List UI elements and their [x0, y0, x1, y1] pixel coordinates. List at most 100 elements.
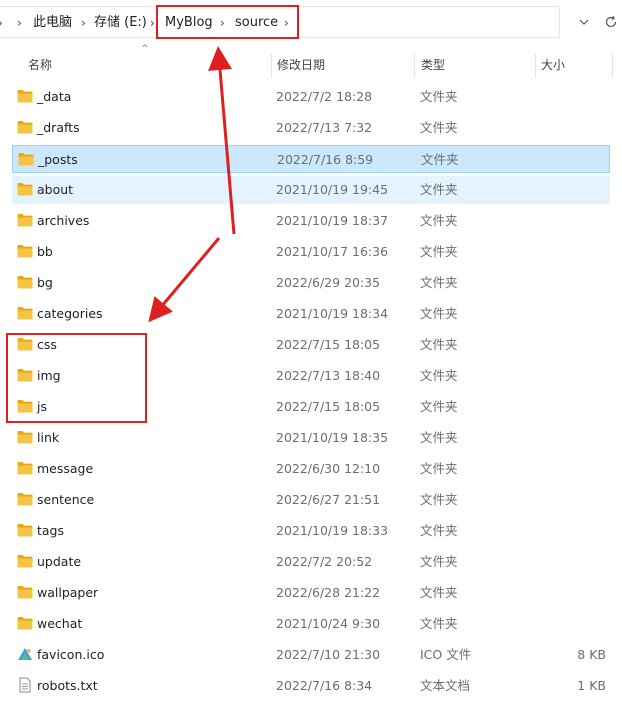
file-type: 文件夹	[420, 244, 458, 259]
chevron-right-icon[interactable]: ›	[284, 7, 289, 39]
table-row[interactable]: favicon.ico 2022/7/10 21:30 ICO 文件 8 KB	[12, 641, 610, 669]
file-type: 文件夹	[421, 152, 459, 167]
refresh-icon[interactable]	[604, 6, 618, 38]
file-name: tags	[37, 523, 65, 538]
column-header-date[interactable]: 修改日期	[277, 50, 325, 80]
table-row[interactable]: js 2022/7/15 18:05 文件夹	[12, 393, 610, 421]
file-type: 文件夹	[420, 213, 458, 228]
column-divider[interactable]	[414, 54, 415, 78]
file-type: 文件夹	[420, 430, 458, 445]
file-date: 2022/7/16 8:59	[277, 152, 374, 167]
breadcrumb-item-drive[interactable]: 存储 (E:)	[94, 7, 147, 39]
column-header-type[interactable]: 类型	[421, 50, 445, 80]
column-divider[interactable]	[612, 54, 613, 78]
file-date: 2022/6/29 20:35	[276, 275, 381, 290]
table-row[interactable]: css 2022/7/15 18:05 文件夹	[12, 331, 610, 359]
column-header-name[interactable]: 名称	[28, 50, 52, 80]
file-name: _posts	[38, 152, 78, 167]
file-date: 2022/7/15 18:05	[276, 399, 381, 414]
file-name: css	[37, 337, 57, 352]
column-header: 名称 修改日期 类型 大小	[0, 50, 622, 80]
file-type: 文件夹	[420, 585, 458, 600]
file-type: 文本文档	[420, 678, 471, 693]
file-name: img	[37, 368, 61, 383]
file-date: 2022/7/13 18:40	[276, 368, 381, 383]
table-row[interactable]: robots.txt 2022/7/16 8:34 文本文档 1 KB	[12, 672, 610, 700]
column-divider[interactable]	[271, 54, 272, 78]
table-row[interactable]: _posts 2022/7/16 8:59 文件夹	[12, 145, 610, 173]
file-date: 2021/10/19 18:33	[276, 523, 389, 538]
file-date: 2021/10/19 18:37	[276, 213, 389, 228]
file-name: about	[37, 182, 74, 197]
table-row[interactable]: _data 2022/7/2 18:28 文件夹	[12, 83, 610, 111]
file-type: 文件夹	[420, 554, 458, 569]
breadcrumb-item-pc[interactable]: 此电脑	[33, 7, 72, 39]
table-row[interactable]: bg 2022/6/29 20:35 文件夹	[12, 269, 610, 297]
file-type: 文件夹	[420, 120, 458, 135]
chevron-right-icon[interactable]: ›	[17, 7, 22, 39]
file-name: bb	[37, 244, 53, 259]
file-name: js	[37, 399, 47, 414]
address-bar: › › 此电脑 › 存储 (E:) › MyBlog › source ›	[0, 0, 622, 44]
table-row[interactable]: sentence 2022/6/27 21:51 文件夹	[12, 486, 610, 514]
file-date: 2022/7/2 20:52	[276, 554, 373, 569]
file-name: wallpaper	[37, 585, 99, 600]
file-date: 2021/10/24 9:30	[276, 616, 381, 631]
file-type: 文件夹	[420, 399, 458, 414]
breadcrumb-item-source[interactable]: source	[235, 7, 278, 39]
file-name: _drafts	[37, 120, 80, 135]
file-date: 2022/7/13 7:32	[276, 120, 373, 135]
table-row[interactable]: _drafts 2022/7/13 7:32 文件夹	[12, 114, 610, 142]
breadcrumb[interactable]: › › 此电脑 › 存储 (E:) › MyBlog › source ›	[0, 6, 560, 38]
file-type: 文件夹	[420, 182, 458, 197]
file-type: ICO 文件	[420, 647, 472, 662]
file-type: 文件夹	[420, 275, 458, 290]
file-name: bg	[37, 275, 53, 290]
file-date: 2022/7/2 18:28	[276, 89, 373, 104]
file-type: 文件夹	[420, 368, 458, 383]
file-name: wechat	[37, 616, 83, 631]
chevron-right-icon[interactable]: ›	[150, 7, 155, 39]
table-row[interactable]: bb 2021/10/17 16:36 文件夹	[12, 238, 610, 266]
chevron-right-icon[interactable]: ›	[0, 7, 3, 39]
file-name: sentence	[37, 492, 95, 507]
table-row[interactable]: wechat 2021/10/24 9:30 文件夹	[12, 610, 610, 638]
table-row[interactable]: img 2022/7/13 18:40 文件夹	[12, 362, 610, 390]
file-type: 文件夹	[420, 461, 458, 476]
file-name: favicon.ico	[37, 647, 105, 662]
file-type: 文件夹	[420, 616, 458, 631]
column-header-size[interactable]: 大小	[541, 50, 565, 80]
file-name: link	[37, 430, 60, 445]
table-row[interactable]: update 2022/7/2 20:52 文件夹	[12, 548, 610, 576]
history-dropdown-icon[interactable]	[579, 6, 589, 38]
table-row[interactable]: link 2021/10/19 18:35 文件夹	[12, 424, 610, 452]
file-name: update	[37, 554, 82, 569]
file-name: robots.txt	[37, 678, 98, 693]
file-type: 文件夹	[420, 306, 458, 321]
file-date: 2022/7/15 18:05	[276, 337, 381, 352]
file-size: 8 KB	[577, 647, 606, 662]
file-date: 2022/6/28 21:22	[276, 585, 381, 600]
file-date: 2022/7/10 21:30	[276, 647, 381, 662]
column-divider[interactable]	[535, 54, 536, 78]
file-date: 2021/10/19 19:45	[276, 182, 389, 197]
table-row[interactable]: tags 2021/10/19 18:33 文件夹	[12, 517, 610, 545]
file-name: _data	[37, 89, 72, 104]
file-date: 2022/6/30 12:10	[276, 461, 381, 476]
file-type: 文件夹	[420, 492, 458, 507]
breadcrumb-item-myblog[interactable]: MyBlog	[165, 7, 213, 39]
chevron-right-icon[interactable]: ›	[81, 7, 86, 39]
file-date: 2021/10/19 18:34	[276, 306, 389, 321]
file-type: 文件夹	[420, 337, 458, 352]
chevron-right-icon[interactable]: ›	[220, 7, 225, 39]
table-row[interactable]: categories 2021/10/19 18:34 文件夹	[12, 300, 610, 328]
file-name: categories	[37, 306, 103, 321]
file-type: 文件夹	[420, 89, 458, 104]
file-name: archives	[37, 213, 90, 228]
table-row[interactable]: about 2021/10/19 19:45 文件夹	[12, 176, 610, 204]
file-size: 1 KB	[577, 678, 606, 693]
table-row[interactable]: message 2022/6/30 12:10 文件夹	[12, 455, 610, 483]
table-row[interactable]: wallpaper 2022/6/28 21:22 文件夹	[12, 579, 610, 607]
table-row[interactable]: archives 2021/10/19 18:37 文件夹	[12, 207, 610, 235]
file-date: 2021/10/17 16:36	[276, 244, 389, 259]
